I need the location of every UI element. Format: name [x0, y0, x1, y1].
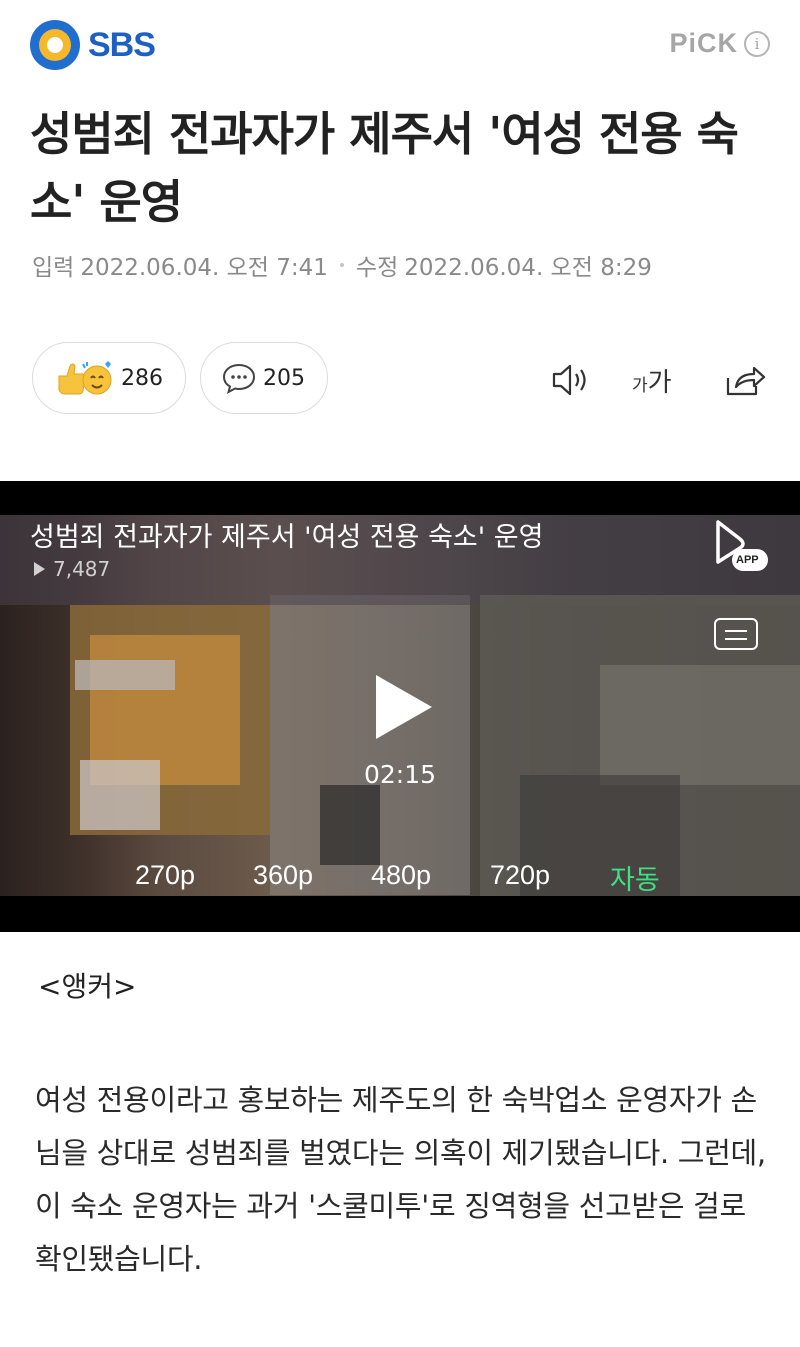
- sbs-logo-icon: [30, 20, 80, 70]
- quality-720p[interactable]: 720p: [490, 860, 550, 891]
- video-duration: 02:15: [364, 760, 437, 789]
- input-label: 입력: [32, 255, 75, 281]
- font-size-small-label: 가: [632, 376, 648, 396]
- meta-separator: [339, 263, 344, 267]
- comments-button[interactable]: 205: [200, 342, 328, 414]
- info-icon[interactable]: i: [744, 30, 770, 57]
- video-title: 성범죄 전과자가 제주서 '여성 전용 숙소' 운영: [30, 522, 544, 553]
- playlist-menu-button[interactable]: [714, 618, 758, 650]
- quality-270p[interactable]: 270p: [135, 860, 195, 891]
- brand-name: SBS: [88, 25, 156, 64]
- font-size-button[interactable]: 가가: [632, 362, 672, 399]
- app-play-icon: [716, 520, 768, 571]
- reaction-emoji-icon: [58, 361, 112, 395]
- share-button[interactable]: [724, 360, 766, 404]
- comment-icon: [222, 363, 256, 394]
- anchor-label: <앵커>: [38, 970, 137, 1003]
- sbs-logo[interactable]: SBS: [30, 20, 156, 70]
- input-datetime: 2022.06.04. 오전 7:41: [80, 255, 328, 281]
- play-count-icon: [34, 562, 45, 576]
- article-paragraph: 여성 전용이라고 홍보하는 제주도의 한 숙박업소 운영자가 손님을 상대로 성…: [35, 1083, 766, 1276]
- app-badge: APP: [736, 554, 759, 566]
- font-size-large-label: 가: [647, 368, 672, 398]
- video-views-count: 7,487: [53, 557, 111, 581]
- quality-auto[interactable]: 자동: [610, 858, 660, 897]
- share-icon: [726, 366, 766, 396]
- video-views: 7,487: [34, 557, 110, 581]
- edit-datetime: 2022.06.04. 오전 8:29: [404, 255, 652, 281]
- pick-badge[interactable]: PiCK i: [669, 28, 770, 59]
- comments-count: 205: [263, 365, 305, 391]
- pick-label: PiCK: [669, 28, 738, 58]
- speaker-icon: [552, 364, 586, 396]
- tts-button[interactable]: [550, 360, 592, 404]
- reactions-count: 286: [121, 365, 163, 391]
- edit-label: 수정: [355, 255, 399, 281]
- quality-360p[interactable]: 360p: [253, 860, 313, 891]
- quality-480p[interactable]: 480p: [371, 860, 431, 891]
- article-title: 성범죄 전과자가 제주서 '여성 전용 숙소' 운영: [30, 107, 739, 229]
- play-icon[interactable]: [376, 675, 432, 739]
- open-app-button[interactable]: APP: [710, 517, 770, 581]
- quality-selector: 270p 360p 480p 720p 자동: [0, 860, 800, 900]
- article-meta: 입력 2022.06.04. 오전 7:41 수정 2022.06.04. 오전…: [32, 248, 652, 282]
- reactions-button[interactable]: 286: [32, 342, 186, 414]
